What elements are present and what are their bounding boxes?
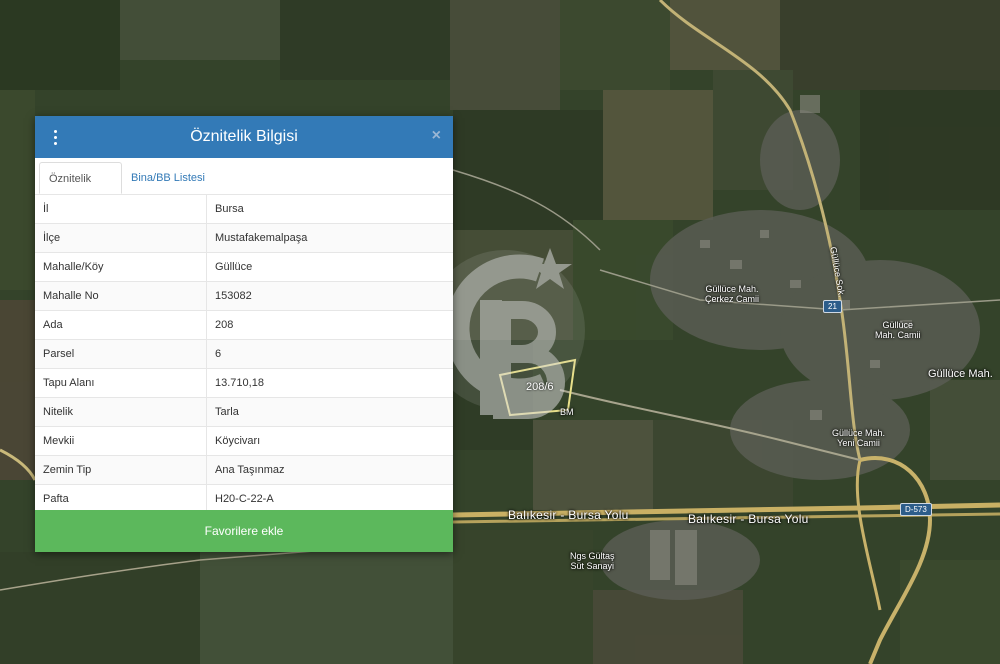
row-key: Ada — [35, 310, 207, 340]
map-label-road-2: Balıkesir - Bursa Yolu — [688, 512, 809, 526]
row-value: Mustafakemalpaşa — [206, 223, 453, 253]
tab-oznitelik-bilgisi[interactable]: Öznitelik Bilgisi — [39, 162, 122, 217]
table-row: Nitelik Tarla — [35, 397, 453, 427]
map-label-cerkez-cami: Güllüce Mah. Çerkez Camii — [705, 284, 759, 304]
row-key: Mahalle/Köy — [35, 252, 207, 282]
row-value: 208 — [206, 310, 453, 340]
row-value: Bursa — [206, 194, 453, 224]
row-key: Tapu Alanı — [35, 368, 207, 398]
row-value: 13.710,18 — [206, 368, 453, 398]
panel-title: Öznitelik Bilgisi — [190, 128, 298, 145]
table-row: İl Bursa — [35, 194, 453, 224]
row-key: Mevkii — [35, 426, 207, 456]
row-value: Köycivarı — [206, 426, 453, 456]
row-value: Tarla — [206, 397, 453, 427]
map-label-gulluce-mah: Güllüce Mah. — [928, 368, 993, 380]
table-row: Mevkii Köycivarı — [35, 426, 453, 456]
route-shield-d573: D-573 — [900, 503, 932, 516]
map-label-bm: BM — [560, 407, 574, 417]
map-label-gultas: Ngs Gültaş Süt Sanayi — [570, 551, 615, 571]
panel-tabs: Öznitelik Bilgisi Bina/BB Listesi — [35, 158, 453, 217]
table-row: Tapu Alanı 13.710,18 — [35, 368, 453, 398]
add-to-favorites-button[interactable]: Favorilere ekle — [35, 510, 453, 552]
route-shield-21: 21 — [823, 300, 842, 313]
attribute-table: İl Bursa İlçe Mustafakemalpaşa Mahalle/Köy… — [35, 194, 453, 513]
row-value: Ana Taşınmaz — [206, 455, 453, 485]
panel-header: Öznitelik Bilgisi × — [35, 116, 453, 158]
row-value: 6 — [206, 339, 453, 369]
table-row: Ada 208 — [35, 310, 453, 340]
close-icon[interactable]: × — [432, 128, 441, 144]
parcel-label[interactable]: 208/6 — [526, 381, 554, 393]
table-row: Mahalle No 153082 — [35, 281, 453, 311]
map-label-gulluce-cami: Güllüce Mah. Camii — [875, 320, 921, 340]
table-row: Zemin Tip Ana Taşınmaz — [35, 455, 453, 485]
row-key: Zemin Tip — [35, 455, 207, 485]
map-label-yeni-cami: Güllüce Mah. Yeni Camii — [832, 428, 885, 448]
row-key: Mahalle No — [35, 281, 207, 311]
row-key: İlçe — [35, 223, 207, 253]
map-label-text: Güllüce Mah. Yeni Camii — [832, 428, 886, 448]
row-key: Nitelik — [35, 397, 207, 427]
map-label-text: Ngs Gültaş Süt Sanayi — [570, 551, 615, 571]
row-value: H20-C-22-A — [206, 484, 453, 513]
table-row: Mahalle/Köy Güllüce — [35, 252, 453, 282]
row-value: Güllüce — [206, 252, 453, 282]
table-row: Pafta H20-C-22-A — [35, 484, 453, 513]
attribute-panel: Öznitelik Bilgisi × Öznitelik Bilgisi Bi… — [35, 116, 453, 552]
row-key: İl — [35, 194, 207, 224]
map-label-text: Güllüce Mah. Çerkez Camii — [705, 284, 760, 304]
row-value: 153082 — [206, 281, 453, 311]
table-row: Parsel 6 — [35, 339, 453, 369]
tab-bina-bb-listesi[interactable]: Bina/BB Listesi — [122, 162, 214, 194]
row-key: Parsel — [35, 339, 207, 369]
row-key: Pafta — [35, 484, 207, 513]
table-row: İlçe Mustafakemalpaşa — [35, 223, 453, 253]
map-label-text: Güllüce Mah. Camii — [875, 320, 921, 340]
map-label-road-1: Balıkesir - Bursa Yolu — [508, 508, 629, 522]
